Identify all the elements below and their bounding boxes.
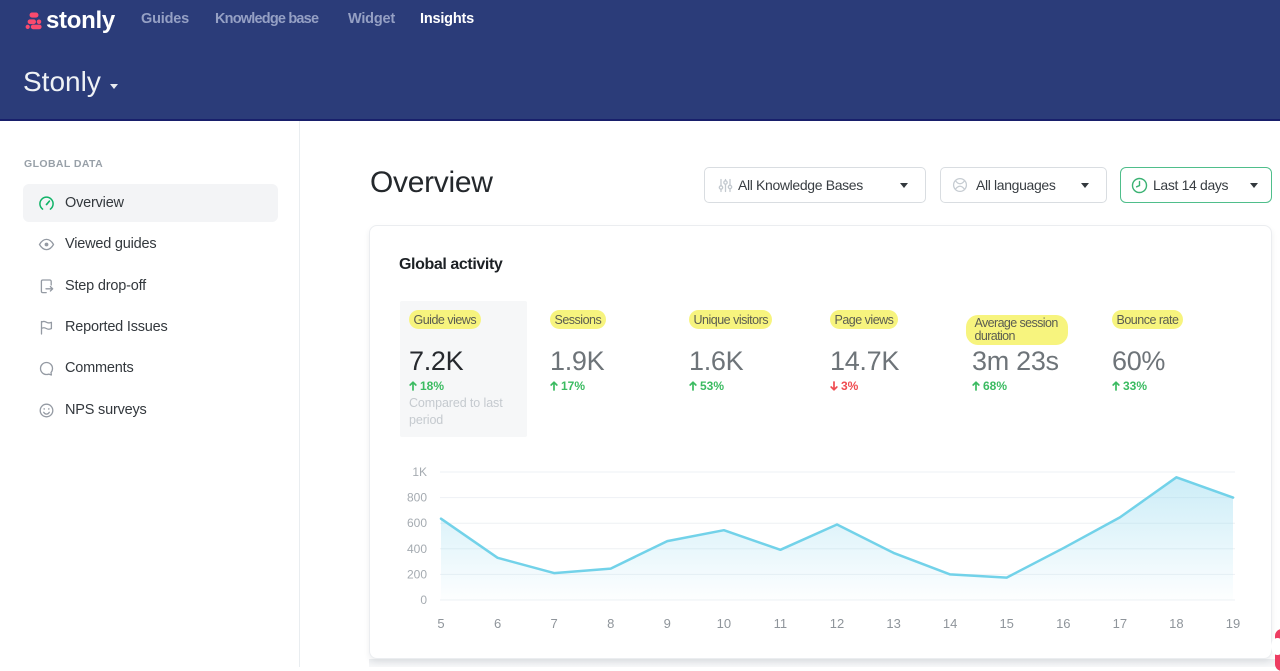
svg-text:600: 600: [407, 516, 427, 530]
svg-text:16: 16: [1056, 616, 1070, 631]
svg-text:7: 7: [550, 616, 557, 631]
svg-text:18: 18: [1169, 616, 1183, 631]
svg-text:14: 14: [943, 616, 957, 631]
svg-text:800: 800: [407, 491, 427, 505]
svg-text:1K: 1K: [412, 465, 427, 479]
svg-text:8: 8: [607, 616, 614, 631]
svg-text:400: 400: [407, 542, 427, 556]
svg-text:17: 17: [1113, 616, 1127, 631]
svg-text:9: 9: [664, 616, 671, 631]
svg-text:6: 6: [494, 616, 501, 631]
svg-text:12: 12: [830, 616, 844, 631]
svg-text:11: 11: [774, 616, 788, 631]
svg-text:10: 10: [717, 616, 731, 631]
svg-text:15: 15: [999, 616, 1013, 631]
svg-text:19: 19: [1226, 616, 1240, 631]
svg-text:0: 0: [420, 593, 427, 607]
svg-text:5: 5: [437, 616, 444, 631]
svg-text:13: 13: [886, 616, 900, 631]
svg-text:200: 200: [407, 567, 427, 581]
